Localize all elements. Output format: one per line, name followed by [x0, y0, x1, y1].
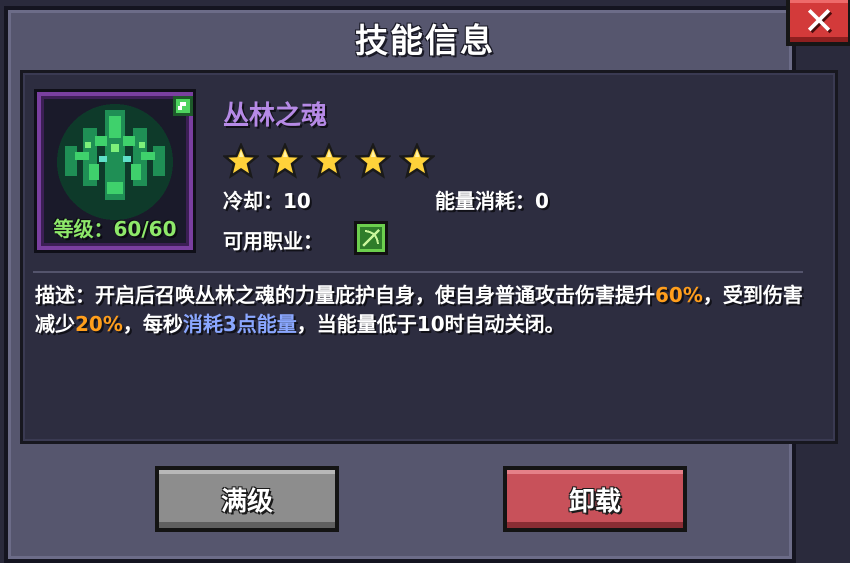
skill-description: 描述：开启后召唤丛林之魂的力量庇护自身，使自身普通攻击伤害提升60%，受到伤害减…	[35, 281, 811, 339]
skill-level: 等级：60/60	[53, 217, 177, 241]
star-icon	[223, 143, 259, 179]
divider	[33, 271, 803, 273]
gem-badge-icon	[173, 96, 193, 116]
close-icon: ✕	[803, 0, 835, 43]
star-icon	[355, 143, 391, 179]
star-icon	[311, 143, 347, 179]
skill-icon-frame: 等级：60/60	[37, 92, 193, 250]
damage-reduction-value: 20%	[75, 312, 123, 336]
star-icon	[399, 143, 435, 179]
damage-bonus-value: 60%	[655, 283, 703, 307]
energy-cost-stat: 能量消耗：0	[435, 189, 549, 213]
description-text-3: ，每秒	[122, 312, 183, 336]
description-text-4: ，当能量低于10时自动关闭。	[296, 312, 565, 336]
description-prefix: 描述：开启后召唤丛林之魂的力量庇护自身，使自身普通攻击伤害提升	[35, 283, 655, 307]
jungle-soul-icon	[57, 104, 173, 220]
unload-button[interactable]: 卸载	[503, 466, 687, 532]
star-icon	[267, 143, 303, 179]
star-rating	[223, 143, 435, 179]
bow-icon	[354, 221, 388, 255]
cooldown-stat: 冷却：10	[223, 189, 311, 213]
max-level-button[interactable]: 满级	[155, 466, 339, 532]
available-class-label: 可用职业：	[223, 229, 323, 253]
skill-name: 丛林之魂	[223, 101, 328, 131]
skill-details-area: 等级：60/60 丛林之魂 冷却：10 能量消耗：0 可用职业： 描述：开启后召…	[20, 70, 838, 444]
dialog-title: 技能信息	[355, 21, 495, 60]
energy-drain-highlight: 消耗3点能量	[182, 312, 297, 336]
close-button[interactable]: ✕	[786, 0, 850, 46]
